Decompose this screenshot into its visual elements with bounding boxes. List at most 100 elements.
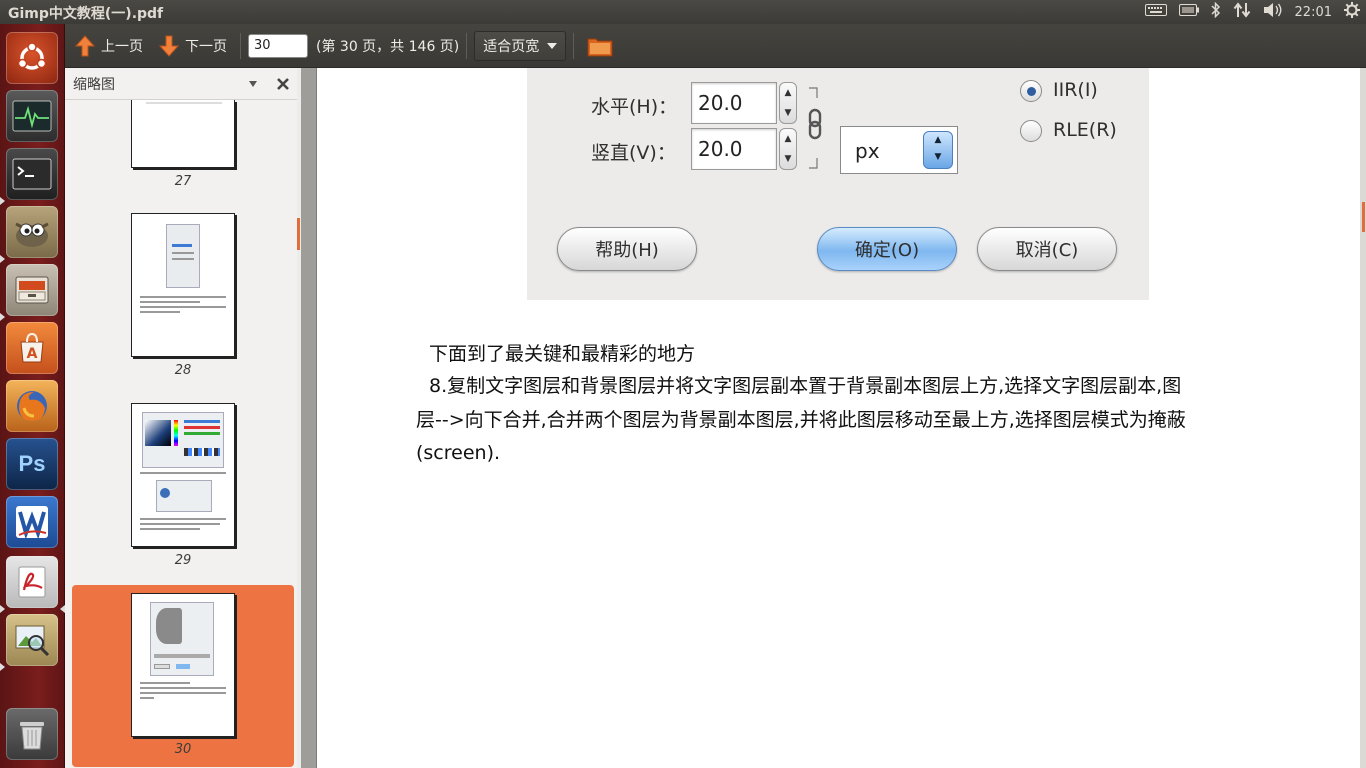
- unit-select-value: px: [855, 139, 880, 163]
- previous-page-label: 上一页: [101, 38, 143, 55]
- sidebar-header: 缩略图: [65, 68, 299, 100]
- gimp-icon: [15, 222, 49, 247]
- firefox-icon: [17, 391, 47, 421]
- sidebar-menu-chevron-icon[interactable]: [249, 80, 257, 87]
- unit-select: px ▲ ▼: [840, 126, 958, 174]
- wps-writer-button[interactable]: [6, 496, 58, 548]
- embedded-dialog-image: 水平(H)： 20.0 ▲ ▼ 竖直(V)： 20.0 ▲ ▼ px ▲ ▼ IIR(…: [527, 68, 1149, 300]
- folder-icon: [587, 38, 613, 56]
- running-indicator: [0, 255, 5, 263]
- vertical-value: 20.0: [691, 128, 777, 170]
- thumbnail-page: [131, 593, 235, 737]
- document-page: 水平(H)： 20.0 ▲ ▼ 竖直(V)： 20.0 ▲ ▼ px ▲ ▼ IIR(…: [316, 68, 1360, 768]
- sidebar-scrollbar-thumb[interactable]: [297, 218, 300, 250]
- trash-icon: [20, 722, 44, 750]
- dialog-ok-button: 确定(O): [817, 227, 957, 271]
- gimp-button[interactable]: [6, 206, 58, 258]
- open-document-button[interactable]: [581, 30, 619, 62]
- page-count-label: (第 30 页，共 146 页): [316, 38, 460, 55]
- terminal-icon: [12, 158, 52, 190]
- next-page-button[interactable]: 下一页: [153, 30, 233, 62]
- radio-rle: [1020, 120, 1042, 142]
- horizontal-value: 20.0: [691, 82, 777, 124]
- page-number-input[interactable]: [248, 33, 308, 58]
- keyboard-icon[interactable]: [1144, 3, 1167, 21]
- volume-icon[interactable]: [1263, 2, 1283, 22]
- previous-page-button[interactable]: 上一页: [69, 30, 149, 62]
- file-cabinet-icon: [15, 276, 49, 304]
- clock[interactable]: 22:01: [1295, 5, 1332, 20]
- gear-icon[interactable]: [1344, 2, 1360, 22]
- software-center-button[interactable]: A: [6, 322, 58, 374]
- running-indicator: [0, 197, 5, 205]
- ubuntu-dash-button[interactable]: [6, 32, 58, 84]
- thumbnail-label: 27: [174, 174, 192, 189]
- ubuntu-logo-icon: [17, 42, 47, 70]
- toolbar-separator: [573, 32, 575, 59]
- document-view[interactable]: 水平(H)： 20.0 ▲ ▼ 竖直(V)： 20.0 ▲ ▼ px ▲ ▼ IIR(…: [301, 68, 1366, 768]
- network-icon[interactable]: [1233, 2, 1251, 22]
- ps-label: Ps: [18, 451, 46, 476]
- svg-text:A: A: [27, 346, 38, 362]
- thumbnail-item-selected[interactable]: 30: [72, 585, 294, 767]
- paragraph-2-line-3: (screen).: [416, 442, 501, 464]
- zoom-select-value: 适合页宽: [483, 38, 540, 55]
- chevron-down-icon: [547, 42, 558, 49]
- radio-rle-label: RLE(R): [1053, 119, 1117, 141]
- thumbnail-label: 30: [174, 742, 192, 757]
- running-indicator: [0, 663, 5, 671]
- toolbar-separator: [466, 32, 468, 59]
- thumbnail-sidebar: 缩略图 27 28 29 30: [65, 68, 301, 768]
- running-indicator: [0, 605, 5, 613]
- running-indicator: [0, 313, 5, 321]
- thumbnail-item[interactable]: 28: [72, 213, 294, 393]
- system-monitor-icon: [12, 100, 52, 132]
- thumbnail-page: [131, 213, 235, 357]
- arrow-down-icon: [159, 35, 179, 57]
- vertical-label: 竖直(V)：: [591, 142, 676, 164]
- system-tray: 22:01: [1144, 0, 1360, 24]
- document-viewer-button[interactable]: [6, 556, 58, 608]
- battery-icon[interactable]: [1178, 4, 1199, 20]
- image-viewer-button[interactable]: [6, 614, 58, 666]
- thumbnail-page: [131, 100, 235, 168]
- toolbar: 上一页 下一页 (第 30 页，共 146 页) 适合页宽: [65, 24, 1366, 68]
- close-icon[interactable]: [277, 77, 289, 90]
- arrow-up-icon: [75, 34, 95, 56]
- image-magnifier-icon: [15, 625, 50, 657]
- spin-arrows-icon: ▲ ▼: [779, 82, 797, 124]
- top-panel: Gimp中文教程(一).pdf 22:01: [0, 0, 1366, 24]
- dialog-help-button: 帮助(H): [557, 227, 697, 271]
- shopping-bag-icon: A: [20, 332, 44, 363]
- window-title: Gimp中文教程(一).pdf: [8, 6, 164, 22]
- writer-w-icon: [16, 506, 48, 540]
- sidebar-title[interactable]: 缩略图: [73, 74, 115, 94]
- system-monitor-button[interactable]: [6, 90, 58, 142]
- radio-iir-label: IIR(I): [1053, 79, 1098, 101]
- toolbar-separator: [240, 32, 241, 59]
- spin-arrows-icon: ▲ ▼: [779, 128, 797, 170]
- thumbnail-page: [131, 403, 235, 547]
- document-scrollbar[interactable]: [1360, 68, 1366, 768]
- paragraph-1: 下面到了最关键和最精彩的地方: [429, 343, 696, 365]
- paragraph-2-line-1: 8.复制文字图层和背景图层并将文字图层副本置于背景副本图层上方,选择文字图层副本…: [429, 375, 1182, 397]
- thumbnail-label: 29: [174, 553, 192, 568]
- select-arrows-icon: ▲ ▼: [923, 131, 953, 169]
- document-scrollbar-thumb[interactable]: [1362, 202, 1365, 232]
- thumbnail-item[interactable]: 27: [72, 100, 294, 230]
- horizontal-label: 水平(H)：: [591, 96, 678, 118]
- bluetooth-icon[interactable]: [1211, 1, 1221, 22]
- terminal-button[interactable]: [6, 148, 58, 200]
- dialog-cancel-button: 取消(C): [977, 227, 1117, 271]
- file-manager-button[interactable]: [6, 264, 58, 316]
- pdf-reader-icon: [18, 566, 46, 598]
- thumbnail-label: 28: [174, 363, 192, 378]
- chain-link-icon: [808, 87, 822, 169]
- zoom-select[interactable]: 适合页宽: [474, 30, 567, 61]
- firefox-button[interactable]: [6, 380, 58, 432]
- trash-button[interactable]: [6, 708, 58, 760]
- photoshop-button[interactable]: Ps: [6, 438, 58, 490]
- launcher: A Ps: [0, 24, 65, 768]
- thumbnail-item[interactable]: 29: [72, 403, 294, 583]
- radio-iir: [1020, 80, 1042, 102]
